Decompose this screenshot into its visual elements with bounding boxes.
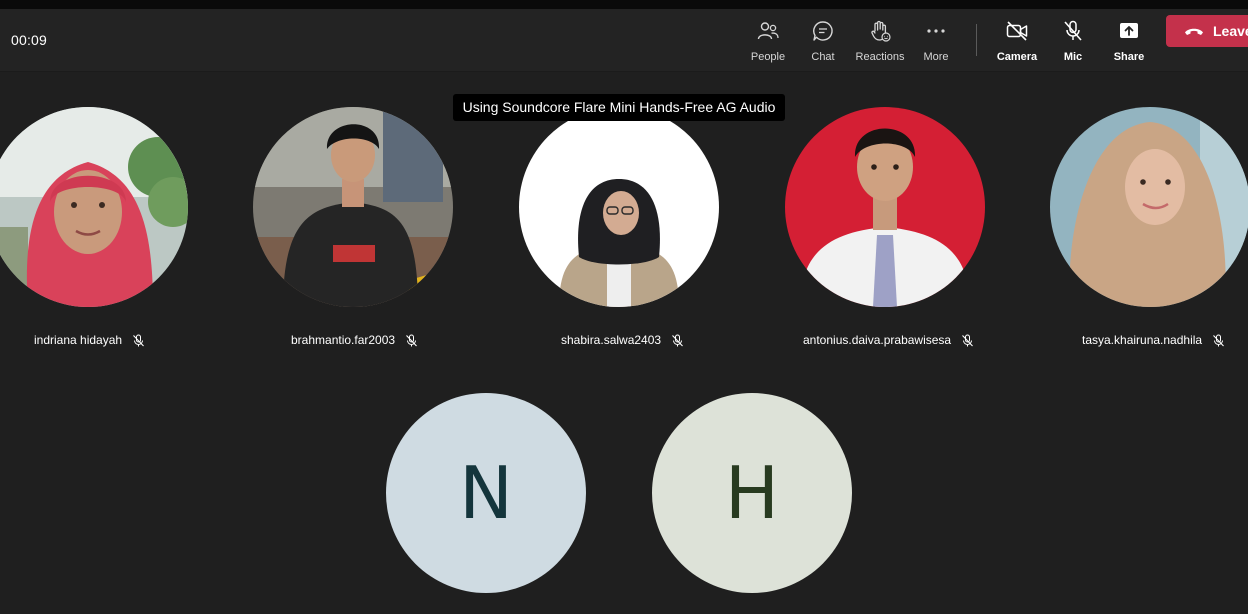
chat-label: Chat — [811, 51, 835, 63]
share-screen-icon — [1120, 23, 1138, 38]
call-timer: 00:09 — [11, 32, 48, 48]
mic-label: Mic — [1063, 51, 1083, 63]
participant-photo-icon — [1050, 107, 1248, 307]
participant-avatar[interactable] — [0, 107, 188, 307]
participant-name-row: brahmantio.far2003 — [291, 331, 418, 349]
chat-icon — [813, 21, 833, 41]
mic-off-icon — [133, 334, 144, 346]
mic-off-icon — [1213, 334, 1224, 346]
share-button[interactable]: Share — [1101, 19, 1157, 65]
participant-photo-icon — [519, 107, 719, 307]
participant-avatar[interactable] — [785, 107, 985, 307]
participant-avatar[interactable] — [519, 107, 719, 307]
camera-button[interactable]: Camera — [989, 19, 1045, 65]
participant-photo-icon — [0, 107, 188, 307]
leave-label: Leave — [1213, 23, 1248, 39]
participant-photo-icon — [785, 107, 985, 307]
more-button[interactable]: More — [908, 19, 964, 65]
participant-initial-avatar[interactable]: H — [652, 393, 852, 593]
mic-button[interactable]: Mic — [1045, 19, 1101, 65]
reactions-label: Reactions — [855, 51, 905, 63]
participant-name-row: antonius.daiva.prabawisesa — [803, 331, 974, 349]
people-label: People — [750, 51, 786, 63]
participant-name: shabira.salwa2403 — [561, 333, 662, 347]
meeting-toolbar: 00:09 People Chat Reactions More Camera … — [0, 9, 1248, 72]
participant-initial-avatar[interactable]: N — [386, 393, 586, 593]
participant-avatar[interactable] — [253, 107, 453, 307]
hang-up-icon — [1185, 28, 1203, 35]
reactions-button[interactable]: Reactions — [852, 19, 908, 65]
participant-name-row: indriana hidayah — [34, 331, 145, 349]
more-dots-icon — [927, 29, 945, 33]
mic-off-icon — [406, 334, 417, 346]
people-button[interactable]: People — [740, 19, 796, 65]
share-label: Share — [1113, 51, 1145, 63]
people-icon — [757, 22, 779, 40]
mic-off-icon — [1064, 20, 1082, 41]
chat-button[interactable]: Chat — [795, 19, 851, 65]
window-top-strip — [0, 0, 1248, 9]
toolbar-divider — [976, 24, 977, 56]
raise-hand-icon — [871, 20, 891, 42]
participant-photo-icon — [253, 107, 453, 307]
participant-avatar[interactable] — [1050, 107, 1248, 307]
participant-name: tasya.khairuna.nadhila — [1082, 333, 1203, 347]
participant-name: brahmantio.far2003 — [291, 333, 396, 347]
camera-label: Camera — [996, 51, 1038, 63]
participant-name-row: tasya.khairuna.nadhila — [1082, 331, 1225, 349]
mic-off-icon — [672, 334, 683, 346]
more-label: More — [923, 51, 949, 63]
avatar-initial: N — [459, 451, 513, 535]
participant-name: antonius.daiva.prabawisesa — [803, 333, 952, 347]
audio-device-tooltip: Using Soundcore Flare Mini Hands-Free AG… — [453, 94, 785, 121]
camera-off-icon — [1006, 21, 1028, 41]
participant-name-row: shabira.salwa2403 — [561, 331, 684, 349]
leave-button[interactable]: Leave — [1166, 15, 1248, 47]
avatar-initial: H — [724, 451, 780, 535]
mic-off-icon — [962, 334, 974, 346]
participant-name: indriana hidayah — [34, 333, 123, 347]
